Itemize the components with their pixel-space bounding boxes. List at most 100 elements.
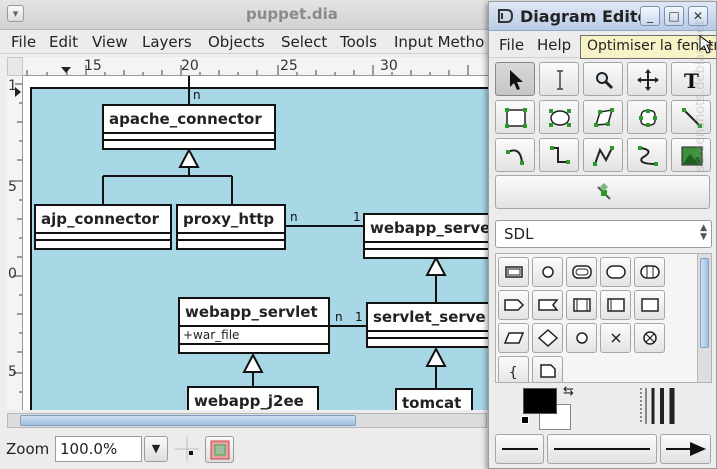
zoom-input[interactable] xyxy=(55,436,142,462)
maximize-button[interactable]: □ xyxy=(664,6,684,26)
menu-tools[interactable]: Tools xyxy=(340,33,377,51)
shape-sdl-task[interactable] xyxy=(566,290,597,320)
shape-sdl-procedure[interactable] xyxy=(600,257,631,287)
dia-app-icon xyxy=(498,9,514,23)
shape-panel-scrollbar[interactable] xyxy=(697,254,711,382)
vruler-ticks xyxy=(13,83,22,393)
snap-to-objects-toggle[interactable] xyxy=(205,436,234,463)
uml-class-servlet-server[interactable]: servlet_serve xyxy=(366,302,493,348)
tool-zigzag-line[interactable] xyxy=(539,138,579,172)
line-style-selector[interactable] xyxy=(547,434,657,464)
scrollbar-thumb[interactable] xyxy=(20,415,356,426)
menu-view[interactable]: View xyxy=(92,33,128,51)
tool-bezier-line[interactable] xyxy=(627,138,667,172)
end-arrow-selector[interactable] xyxy=(660,434,711,464)
sheet-select[interactable]: SDL ▲ ▼ xyxy=(495,220,712,248)
shape-sdl-block[interactable] xyxy=(498,257,529,287)
menu-file[interactable]: File xyxy=(11,33,36,51)
class-attribute-war-file: +war_file xyxy=(180,327,328,345)
tool-scroll[interactable] xyxy=(627,62,667,96)
tool-arc[interactable] xyxy=(495,138,535,172)
menu-layers[interactable]: Layers xyxy=(142,33,192,51)
horizontal-scrollbar[interactable] xyxy=(7,413,487,428)
menu-edit[interactable]: Edit xyxy=(49,33,78,51)
shape-sdl-parallelogram[interactable] xyxy=(498,323,529,353)
shape-sdl-service[interactable] xyxy=(566,257,597,287)
tool-magnify[interactable] xyxy=(583,62,623,96)
pointer-icon xyxy=(510,70,523,90)
menu-objects[interactable]: Objects xyxy=(208,33,265,51)
toolbox-menu-help[interactable]: Help xyxy=(537,36,571,54)
minimize-icon: _ xyxy=(647,9,653,23)
minimize-button[interactable]: _ xyxy=(640,6,660,26)
uml-class-apache-connector[interactable]: apache_connector xyxy=(102,104,276,150)
bezier-icon xyxy=(638,146,658,166)
multiplicity-label: n xyxy=(193,88,201,102)
start-arrow-selector[interactable] xyxy=(495,434,544,464)
swap-colors-icon[interactable]: ⇆ xyxy=(563,384,574,399)
shape-sdl-save[interactable] xyxy=(600,290,631,320)
sdl-block-icon xyxy=(505,266,523,278)
uml-class-webapp-j2ee[interactable]: webapp_j2ee xyxy=(187,386,319,410)
foreground-color-swatch[interactable] xyxy=(523,388,557,414)
shape-sdl-text[interactable] xyxy=(532,356,563,382)
uml-class-webapp-server[interactable]: webapp_serve xyxy=(363,213,493,259)
class-attributes xyxy=(365,243,493,250)
color-selector[interactable]: ⇆ xyxy=(521,384,581,432)
tool-polyline[interactable] xyxy=(583,138,623,172)
shape-sdl-rectangle[interactable] xyxy=(634,290,665,320)
input-icon xyxy=(538,299,559,311)
chevron-down-icon: ▼ xyxy=(151,442,161,455)
line-width-selector[interactable] xyxy=(637,388,681,426)
tool-pointer[interactable] xyxy=(495,62,535,96)
menu-input-methods[interactable]: Input Metho xyxy=(394,33,484,51)
save-shape-icon xyxy=(607,298,625,312)
reset-colors-icon[interactable] xyxy=(521,416,529,424)
shape-sdl-stop[interactable] xyxy=(600,323,631,353)
toolbox-title: Diagram Edito xyxy=(520,7,649,26)
shape-sdl-output[interactable] xyxy=(498,290,529,320)
shape-sdl-input[interactable] xyxy=(532,290,563,320)
tool-box[interactable] xyxy=(495,100,535,134)
uml-class-webapp-servlet[interactable]: webapp_servlet +war_file xyxy=(178,297,330,354)
toolbox-titlebar[interactable]: Diagram Edito _ □ ✕ xyxy=(489,2,716,31)
uml-class-ajp-connector[interactable]: ajp_connector xyxy=(34,204,172,250)
magnify-icon xyxy=(596,72,614,90)
tool-outline[interactable] xyxy=(495,175,710,209)
tool-ellipse[interactable] xyxy=(539,100,579,134)
circled-cross-icon xyxy=(643,331,657,345)
vruler-label-5b: 5 xyxy=(8,364,17,380)
scrollbar-thumb[interactable] xyxy=(700,258,709,348)
multiplicity-label: 1 xyxy=(355,310,363,324)
shape-sdl-return[interactable] xyxy=(634,323,665,353)
shape-sdl-connector[interactable] xyxy=(566,323,597,353)
window-menu-icon[interactable]: ▾ xyxy=(7,5,24,22)
vertical-ruler: 1 5 0 5 xyxy=(7,76,23,410)
uml-class-proxy-http[interactable]: proxy_http xyxy=(176,204,286,250)
tool-polygon[interactable] xyxy=(583,100,623,134)
tool-beziergon[interactable] xyxy=(627,100,667,134)
ruler-label-25: 25 xyxy=(280,58,298,74)
shape-sdl-macro[interactable] xyxy=(634,257,665,287)
shape-sdl-decision[interactable] xyxy=(532,323,563,353)
horizontal-ruler: 15 20 25 30 xyxy=(23,57,493,76)
shape-sdl-state[interactable] xyxy=(532,257,563,287)
move-icon xyxy=(637,69,659,91)
macro-icon xyxy=(640,265,660,279)
snap-to-grid-icon[interactable] xyxy=(175,437,199,461)
class-attributes xyxy=(368,332,493,339)
toolbox-menu-file[interactable]: File xyxy=(499,36,524,54)
uml-class-tomcat[interactable]: tomcat xyxy=(395,388,473,410)
ruler-corner xyxy=(7,57,23,76)
note-icon xyxy=(540,364,556,378)
zoom-dropdown-button[interactable]: ▼ xyxy=(144,436,168,462)
generalization-arrow xyxy=(242,352,264,373)
zoom-label: Zoom xyxy=(6,440,50,458)
toolbox-window: Diagram Edito _ □ ✕ File Help Optimiser … xyxy=(488,1,717,469)
menu-select[interactable]: Select xyxy=(281,33,327,51)
tool-text-edit[interactable] xyxy=(539,62,579,96)
diagram-canvas[interactable]: n n 1 n 1 apache_connector ajp_connector… xyxy=(23,76,493,410)
shape-sdl-comment[interactable]: { xyxy=(498,356,529,382)
generalization-arrow xyxy=(425,346,447,367)
arc-icon xyxy=(506,149,524,165)
